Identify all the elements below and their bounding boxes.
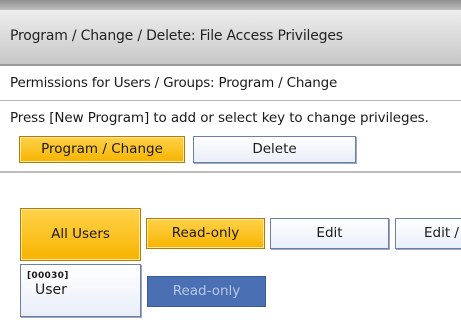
program-change-tab[interactable]: Program / Change: [19, 136, 185, 163]
permission-read-only-button[interactable]: Read-only: [146, 218, 265, 249]
screen-header: Program / Change / Delete: File Access P…: [0, 0, 461, 66]
permission-edit-delete-button[interactable]: Edit / D: [395, 218, 461, 249]
user-entry-button[interactable]: [00030] User: [20, 264, 141, 317]
user-code: [00030]: [27, 271, 69, 281]
section-header: Permissions for Users / Groups: Program …: [0, 66, 461, 101]
instruction-text: Press [New Program] to add or select key…: [10, 110, 429, 126]
user-name: User: [35, 282, 67, 298]
permission-edit-button[interactable]: Edit: [270, 218, 389, 249]
section-title: Permissions for Users / Groups: Program …: [10, 75, 338, 91]
user-permission-badge: Read-only: [147, 276, 266, 307]
all-users-button[interactable]: All Users: [20, 208, 141, 261]
divider: [0, 171, 461, 173]
delete-tab[interactable]: Delete: [193, 136, 356, 163]
header-topline: [0, 0, 461, 10]
screen-title: Program / Change / Delete: File Access P…: [10, 28, 343, 44]
